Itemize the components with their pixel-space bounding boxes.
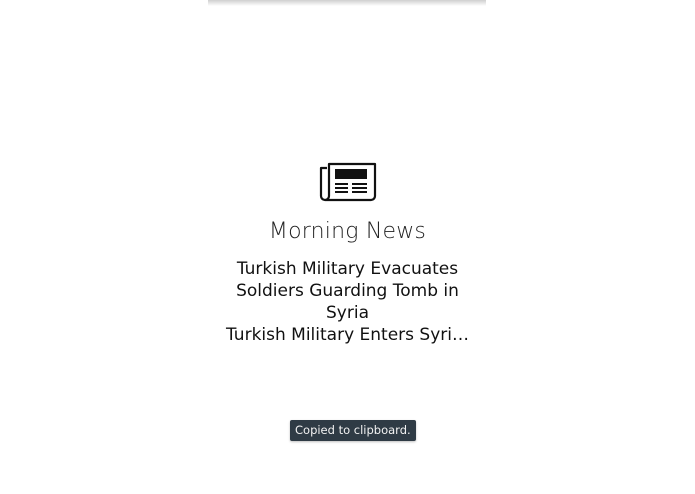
headline-item[interactable]: Turkish Military Enters Syri… (0, 324, 695, 346)
app-title: Morning News (268, 219, 427, 244)
headline-item[interactable]: Turkish Military Evacuates Soldiers Guar… (223, 258, 473, 324)
newspaper-icon (319, 162, 377, 202)
headline-list[interactable]: Turkish Military Evacuates Soldiers Guar… (0, 258, 695, 346)
toast-message: Copied to clipboard. (290, 420, 416, 441)
top-edge-shadow (208, 0, 486, 6)
